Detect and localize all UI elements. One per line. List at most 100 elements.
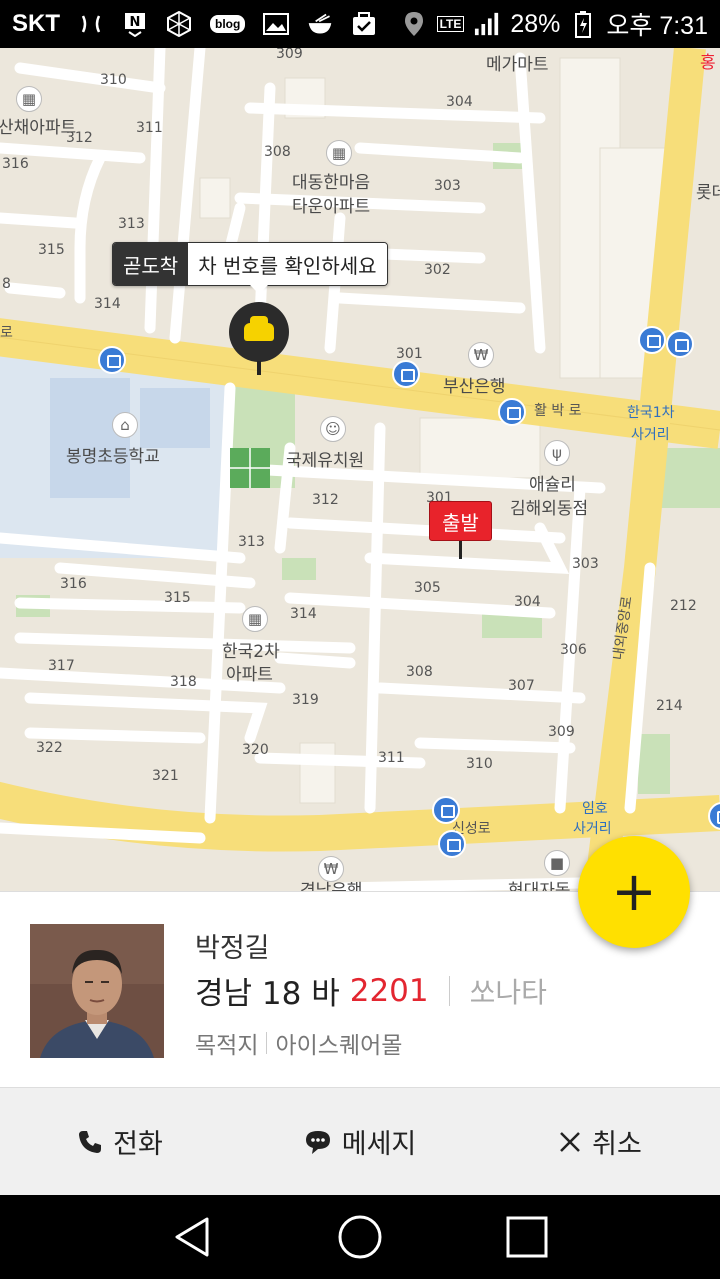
status-bar: SKT N blog LTE 28% 오후 7:31	[0, 0, 720, 48]
back-button[interactable]	[168, 1212, 218, 1262]
destination-row: 목적지 아이스퀘어몰	[195, 1026, 402, 1060]
bank-icon[interactable]: ₩	[318, 856, 344, 882]
bus-stop-icon[interactable]	[98, 346, 126, 374]
cancel-button[interactable]: 취소	[480, 1088, 720, 1195]
bus-stop-icon[interactable]	[392, 360, 420, 388]
carrier-label: SKT	[12, 10, 60, 37]
hurley-icon	[78, 11, 104, 37]
taxi-tooltip[interactable]: 곧도착 차 번호를 확인하세요	[112, 242, 388, 286]
restaurant-icon[interactable]: ψ	[544, 440, 570, 466]
plate-prefix: 경남 18 바	[195, 976, 340, 1012]
map-label-daedong-2: 타운아파트	[292, 197, 371, 217]
start-marker[interactable]: 출발	[429, 501, 492, 541]
building-number: 316	[60, 576, 87, 592]
location-icon	[401, 11, 427, 37]
gallery-icon	[263, 11, 290, 37]
n-notification-icon: N	[122, 11, 148, 37]
message-button[interactable]: 메세지	[240, 1088, 480, 1195]
building-number: 311	[136, 120, 163, 136]
call-label: 전화	[113, 1129, 163, 1160]
building-number: 308	[406, 664, 433, 680]
building-number: 310	[466, 756, 493, 772]
bus-stop-icon[interactable]	[498, 398, 526, 426]
food-icon	[307, 11, 333, 37]
plate-number: 2201	[349, 972, 429, 1009]
map-label-ashley-1: 애슐리	[529, 475, 576, 495]
battery-percent: 28%	[510, 9, 561, 38]
building-number: 315	[164, 590, 191, 606]
building-number: 314	[94, 296, 121, 312]
building-number: 310	[100, 72, 127, 88]
map-label-apartment: 산채아파트	[0, 118, 77, 138]
building-number: 311	[378, 750, 405, 766]
app-icon	[166, 11, 192, 37]
home-button[interactable]	[335, 1212, 385, 1262]
bus-stop-icon[interactable]	[638, 326, 666, 354]
apartment-icon[interactable]: ▦	[16, 86, 42, 112]
message-label: 메세지	[341, 1129, 417, 1160]
recents-button[interactable]	[502, 1212, 552, 1262]
building-number: 214	[656, 698, 683, 714]
building-number: 320	[242, 742, 269, 758]
map-label-imho-1: 임호	[582, 801, 608, 817]
map-label-hanguk2-2: 아파트	[226, 665, 273, 685]
chat-bubble-icon	[305, 1130, 330, 1154]
driver-avatar	[30, 924, 164, 1058]
battery-icon	[570, 11, 596, 38]
map-label-lotte: 롯데	[696, 183, 720, 203]
building-number: 318	[170, 674, 197, 690]
plus-icon: +	[611, 860, 657, 923]
apartment-icon[interactable]: ▦	[242, 606, 268, 632]
building-icon[interactable]: ■	[544, 850, 570, 876]
school-icon[interactable]: ⌂	[112, 412, 138, 438]
building-number: 308	[264, 144, 291, 160]
building-number: 322	[36, 740, 63, 756]
map-label-hanguk1-2: 사거리	[631, 427, 670, 443]
map-label-hanguk2-1: 한국2차	[222, 642, 280, 662]
action-bar: 전화 메세지 취소	[0, 1087, 720, 1195]
building-number: 304	[514, 594, 541, 610]
kindergarten-icon[interactable]: ☺	[320, 416, 346, 442]
clock: 오후 7:31	[606, 12, 708, 40]
map-label-megamart: 메가마트	[486, 55, 549, 75]
recents-square-icon	[506, 1216, 548, 1258]
building-number: 315	[38, 242, 65, 258]
cancel-label: 취소	[592, 1129, 642, 1160]
add-button[interactable]: +	[578, 836, 690, 948]
bank-icon[interactable]: ₩	[468, 342, 494, 368]
destination-value: 아이스퀘어몰	[275, 1033, 403, 1059]
map-view[interactable]: 메가마트 산채아파트 대동한마음 타운아파트 부산은행 봉명초등학교 국제유치원…	[0, 48, 720, 891]
car-model: 쏘나타	[469, 975, 547, 1009]
driver-name: 박정길	[195, 933, 270, 964]
plate-row: 경남 18 바 2201 쏘나타	[195, 968, 547, 1013]
building-number: 313	[238, 534, 265, 550]
bus-stop-icon[interactable]	[666, 330, 694, 358]
building-number: 309	[548, 724, 575, 740]
building-number: 312	[66, 130, 93, 146]
building-number: 312	[312, 492, 339, 508]
building-number: 319	[292, 692, 319, 708]
building-number: 303	[572, 556, 599, 572]
building-number: 303	[434, 178, 461, 194]
svg-text:N: N	[130, 15, 141, 30]
apartment-icon[interactable]: ▦	[326, 140, 352, 166]
system-nav-bar	[0, 1195, 720, 1279]
building-number: 313	[118, 216, 145, 232]
bus-stop-icon[interactable]	[432, 796, 460, 824]
building-number: 314	[290, 606, 317, 622]
call-button[interactable]: 전화	[0, 1088, 240, 1195]
building-number: 304	[446, 94, 473, 110]
taxi-marker-pin	[257, 361, 261, 375]
tooltip-arrow	[250, 285, 268, 294]
start-marker-pin	[459, 541, 462, 559]
divider	[266, 1032, 268, 1054]
bus-stop-icon[interactable]	[438, 830, 466, 858]
divider	[448, 975, 450, 1006]
taxi-marker-icon[interactable]	[229, 302, 289, 362]
building-number: 305	[414, 580, 441, 596]
status-right: LTE 28% 오후 7:31	[401, 6, 708, 42]
close-icon	[560, 1131, 581, 1152]
map-label-road-hwangsan: 활 박 로	[534, 403, 582, 419]
phone-icon	[79, 1130, 102, 1153]
map-label-left-road: 로	[0, 325, 13, 341]
